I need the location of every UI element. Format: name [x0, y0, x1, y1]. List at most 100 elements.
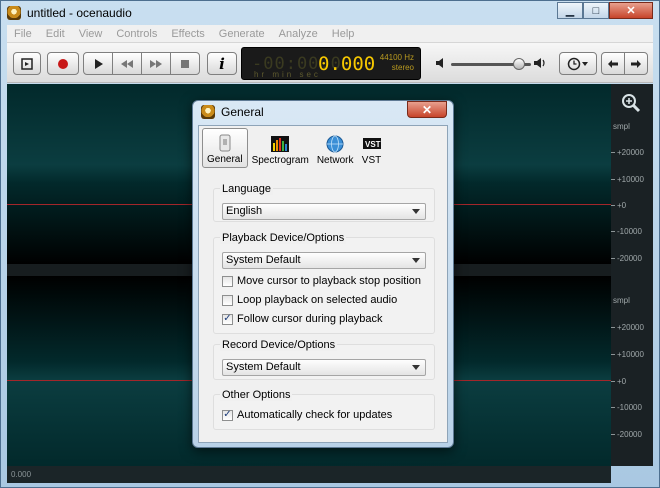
ruler-label: -20000 — [617, 254, 642, 263]
time-ruler: 0.000 — [7, 466, 611, 483]
record-button[interactable] — [47, 52, 79, 75]
chevron-down-icon — [412, 258, 420, 263]
tab-general[interactable]: General — [202, 128, 248, 168]
loop-playback-label: Loop playback on selected audio — [237, 294, 398, 306]
language-select[interactable]: English — [222, 203, 426, 220]
menu-generate[interactable]: Generate — [212, 28, 272, 40]
tab-network[interactable]: Network — [313, 128, 358, 168]
ruler-tick — [611, 381, 615, 382]
dialog-title: General — [221, 105, 264, 119]
panel-icon — [21, 57, 33, 70]
move-cursor-label: Move cursor to playback stop position — [237, 275, 422, 287]
channel-mode: stereo — [391, 63, 414, 72]
ocenaudio-logo-icon — [201, 105, 215, 119]
back-button[interactable] — [601, 52, 625, 75]
clock-menu-button[interactable] — [559, 52, 597, 75]
menu-edit[interactable]: Edit — [39, 28, 72, 40]
volume-slider-handle[interactable] — [513, 58, 525, 70]
amplitude-ruler: smpl +20000 +10000 +0 -10000 -20000 smpl… — [611, 84, 653, 466]
time-display-value: 0.000 — [318, 53, 376, 75]
volume-low-icon — [436, 58, 443, 68]
ruler-label: +0 — [617, 201, 627, 210]
checkbox-box[interactable]: ✓ — [222, 313, 233, 325]
menu-help[interactable]: Help — [325, 28, 362, 40]
preferences-tabs: General Spectrogram Network VST VST — [199, 126, 447, 170]
zoom-in-icon[interactable] — [621, 93, 641, 113]
svg-text:VST: VST — [365, 140, 381, 149]
tab-general-label: General — [207, 154, 243, 165]
ruler-label: smpl — [613, 122, 630, 131]
ocenaudio-logo-icon — [7, 6, 21, 20]
menu-controls[interactable]: Controls — [109, 28, 164, 40]
ruler-tick — [611, 205, 615, 206]
ruler-tick — [611, 354, 615, 355]
tab-vst-label: VST — [361, 155, 382, 166]
ruler-tick — [611, 258, 615, 259]
tab-network-label: Network — [316, 155, 354, 166]
title-bar: untitled - ocenaudio ▁ □ ✕ — [1, 1, 659, 25]
ruler-label: +10000 — [617, 175, 644, 184]
record-icon — [58, 58, 68, 69]
move-cursor-checkbox[interactable]: Move cursor to playback stop position — [222, 275, 421, 287]
format-readout: 44100 Hz stereo — [380, 53, 414, 73]
chevron-down-icon — [412, 365, 420, 370]
dialog-body: General Spectrogram Network VST VST Lang… — [198, 125, 448, 443]
ruler-tick — [611, 327, 615, 328]
ruler-label: +0 — [617, 377, 627, 386]
clock-icon — [567, 57, 588, 70]
forward-button[interactable] — [624, 52, 648, 75]
fast-forward-button[interactable] — [141, 52, 171, 75]
sample-rate: 44100 Hz — [379, 53, 414, 62]
checkbox-box[interactable] — [222, 275, 233, 287]
playback-group-title: Playback Device/Options — [220, 232, 347, 244]
language-group: Language English — [213, 183, 435, 222]
other-options-title: Other Options — [220, 389, 293, 401]
play-button[interactable] — [83, 52, 113, 75]
record-group-title: Record Device/Options — [220, 339, 338, 351]
playback-device-select[interactable]: System Default — [222, 252, 426, 269]
auto-update-checkbox[interactable]: ✓ Automatically check for updates — [222, 409, 392, 421]
tab-spectrogram[interactable]: Spectrogram — [248, 128, 313, 168]
volume-high-icon — [534, 58, 545, 68]
dialog-close-button[interactable]: ✕ — [407, 101, 447, 118]
ruler-label: +20000 — [617, 323, 644, 332]
follow-cursor-checkbox[interactable]: ✓ Follow cursor during playback — [222, 313, 383, 325]
record-device-select[interactable]: System Default — [222, 359, 426, 376]
menu-view[interactable]: View — [72, 28, 110, 40]
menu-file[interactable]: File — [7, 28, 39, 40]
ruler-label: -10000 — [617, 227, 642, 236]
ruler-label: +10000 — [617, 350, 644, 359]
tab-vst[interactable]: VST VST — [358, 128, 386, 168]
checkbox-box[interactable] — [222, 294, 233, 306]
preferences-dialog: General ✕ General Spectrogram Network VS… — [192, 100, 454, 448]
time-units: hr min sec — [254, 70, 321, 79]
rewind-icon — [121, 59, 133, 68]
chevron-down-icon — [412, 209, 420, 214]
ruler-tick — [611, 407, 615, 408]
fast-forward-icon — [150, 59, 162, 68]
window-controls: ▁ □ ✕ — [557, 2, 653, 19]
rewind-button[interactable] — [112, 52, 142, 75]
minimize-button[interactable]: ▁ — [557, 2, 583, 19]
globe-icon — [326, 135, 344, 153]
arrow-left-icon — [608, 59, 618, 68]
info-button[interactable]: i — [207, 52, 237, 75]
checkbox-box[interactable]: ✓ — [222, 409, 233, 421]
stop-button[interactable] — [170, 52, 200, 75]
close-button[interactable]: ✕ — [609, 2, 653, 19]
ruler-label: -10000 — [617, 403, 642, 412]
other-options-group: Other Options ✓ Automatically check for … — [213, 389, 435, 430]
loop-playback-checkbox[interactable]: Loop playback on selected audio — [222, 294, 397, 306]
tab-spectrogram-label: Spectrogram — [251, 155, 309, 166]
maximize-button[interactable]: □ — [583, 2, 609, 19]
menu-effects[interactable]: Effects — [164, 28, 211, 40]
menu-analyze[interactable]: Analyze — [272, 28, 325, 40]
record-group: Record Device/Options System Default — [213, 339, 435, 380]
view-toggle-button[interactable] — [13, 52, 41, 75]
record-device-value: System Default — [226, 361, 301, 373]
ruler-label: +20000 — [617, 148, 644, 157]
dialog-title-bar: General — [201, 105, 264, 119]
ruler-tick — [611, 231, 615, 232]
playback-device-value: System Default — [226, 254, 301, 266]
stop-icon — [181, 59, 189, 68]
